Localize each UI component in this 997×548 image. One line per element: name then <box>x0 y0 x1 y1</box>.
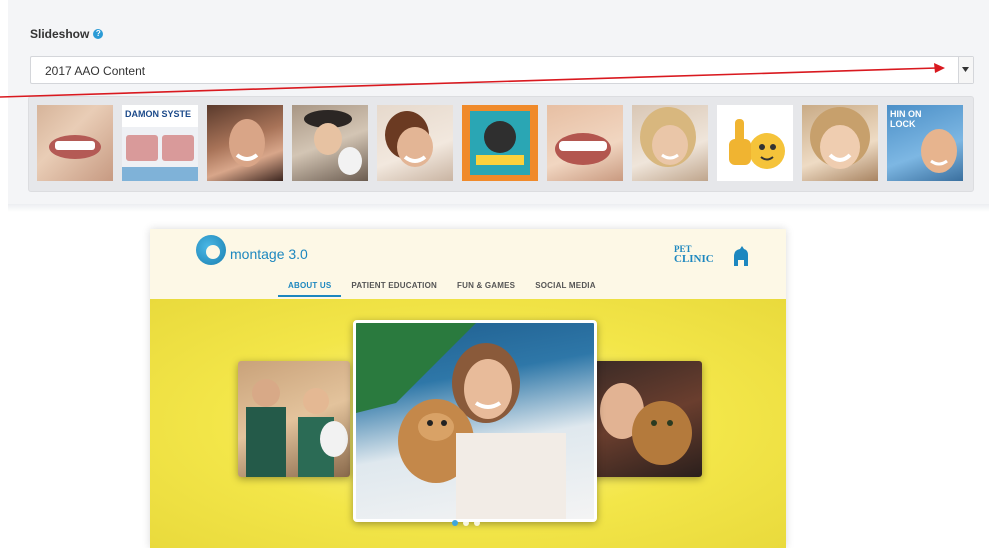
woman-with-dog-slide[interactable] <box>353 320 597 522</box>
carousel-dot-1[interactable] <box>452 520 458 526</box>
pet-clinic-logo: PET CLINIC <box>674 244 730 265</box>
dog-icon <box>734 246 748 266</box>
carousel-dots <box>452 520 480 526</box>
montage-site-preview: montage 3.0 PET CLINIC ABOUT US PATIENT E… <box>150 229 786 548</box>
montage-logo-icon <box>196 235 226 265</box>
nav-patient-education[interactable]: PATIENT EDUCATION <box>341 281 447 297</box>
nav-fun-games[interactable]: FUN & GAMES <box>447 281 525 297</box>
woman-with-cat-slide[interactable] <box>588 361 702 477</box>
site-header: montage 3.0 PET CLINIC ABOUT US PATIENT E… <box>150 229 786 299</box>
carousel-dot-3[interactable] <box>474 520 480 526</box>
montage-logo-text: montage 3.0 <box>230 246 308 262</box>
hero-carousel <box>150 299 786 548</box>
nav-social-media[interactable]: SOCIAL MEDIA <box>525 281 605 297</box>
vet-team-slide[interactable] <box>238 361 350 477</box>
nav-about-us[interactable]: ABOUT US <box>278 281 342 297</box>
carousel-dot-2[interactable] <box>463 520 469 526</box>
pet-clinic-logo-text: PET CLINIC <box>674 244 714 265</box>
site-nav: ABOUT US PATIENT EDUCATION FUN & GAMES S… <box>278 281 606 297</box>
